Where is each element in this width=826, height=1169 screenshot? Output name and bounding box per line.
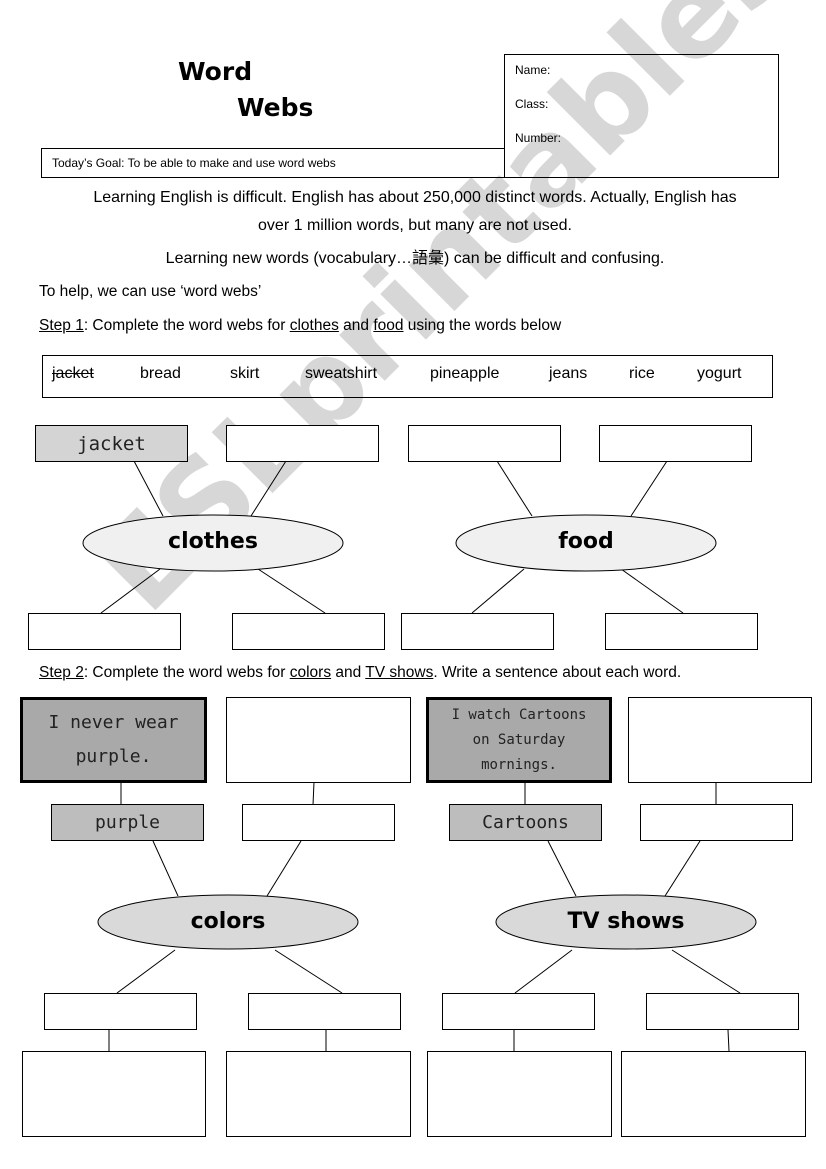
connector-line bbox=[100, 568, 161, 614]
connector-line bbox=[152, 840, 179, 897]
web-center-label-tv-shows: TV shows bbox=[567, 909, 685, 934]
connector-line bbox=[471, 568, 525, 614]
word-box[interactable]: jacket bbox=[35, 425, 188, 462]
connector-line bbox=[514, 949, 573, 994]
sentence-box[interactable] bbox=[226, 697, 411, 783]
step2-label: Step 2 bbox=[39, 664, 84, 681]
step2-topic-tv-shows: TV shows bbox=[365, 664, 434, 681]
word-box[interactable] bbox=[232, 613, 385, 650]
connector-line bbox=[727, 1029, 730, 1052]
step2-text: and bbox=[331, 664, 366, 681]
connector-line bbox=[547, 840, 577, 897]
word-box[interactable] bbox=[28, 613, 181, 650]
connector-line bbox=[496, 460, 533, 517]
connector-line bbox=[116, 949, 176, 994]
sentence-box[interactable]: I never wear purple. bbox=[20, 697, 207, 783]
step2-text: . Write a sentence about each word. bbox=[433, 664, 682, 681]
word-box[interactable]: Cartoons bbox=[449, 804, 602, 841]
connector-line bbox=[274, 949, 343, 994]
connector-line bbox=[250, 460, 287, 517]
word-box[interactable] bbox=[242, 804, 395, 841]
web-center-label-colors: colors bbox=[190, 909, 266, 934]
word-box[interactable] bbox=[226, 425, 379, 462]
word-box[interactable] bbox=[408, 425, 561, 462]
word-box[interactable] bbox=[44, 993, 197, 1030]
step2-instruction: Step 2: Complete the word webs for color… bbox=[39, 664, 681, 682]
sentence-box[interactable]: I watch Cartoons on Saturday mornings. bbox=[426, 697, 612, 783]
connector-line bbox=[257, 568, 326, 614]
step2-topic-colors: colors bbox=[289, 664, 332, 681]
connector-line bbox=[133, 460, 164, 517]
sentence-box[interactable] bbox=[427, 1051, 612, 1137]
web-center-label-clothes: clothes bbox=[168, 529, 258, 554]
connector-line bbox=[664, 840, 701, 897]
word-box[interactable] bbox=[646, 993, 799, 1030]
word-box[interactable] bbox=[401, 613, 554, 650]
connector-line bbox=[620, 568, 684, 614]
word-box[interactable] bbox=[605, 613, 758, 650]
word-box[interactable] bbox=[599, 425, 752, 462]
word-box[interactable] bbox=[442, 993, 595, 1030]
step2-text: : Complete the word webs for bbox=[83, 664, 290, 681]
sentence-box[interactable] bbox=[621, 1051, 806, 1137]
connector-line bbox=[630, 460, 668, 517]
connector-line bbox=[312, 781, 315, 806]
word-box[interactable] bbox=[248, 993, 401, 1030]
sentence-box[interactable] bbox=[226, 1051, 411, 1137]
connector-line bbox=[671, 949, 741, 994]
word-box[interactable]: purple bbox=[51, 804, 204, 841]
connector-line bbox=[266, 840, 302, 897]
web-center-label-food: food bbox=[558, 529, 614, 554]
word-box[interactable] bbox=[640, 804, 793, 841]
sentence-box[interactable] bbox=[628, 697, 812, 783]
sentence-box[interactable] bbox=[22, 1051, 206, 1137]
